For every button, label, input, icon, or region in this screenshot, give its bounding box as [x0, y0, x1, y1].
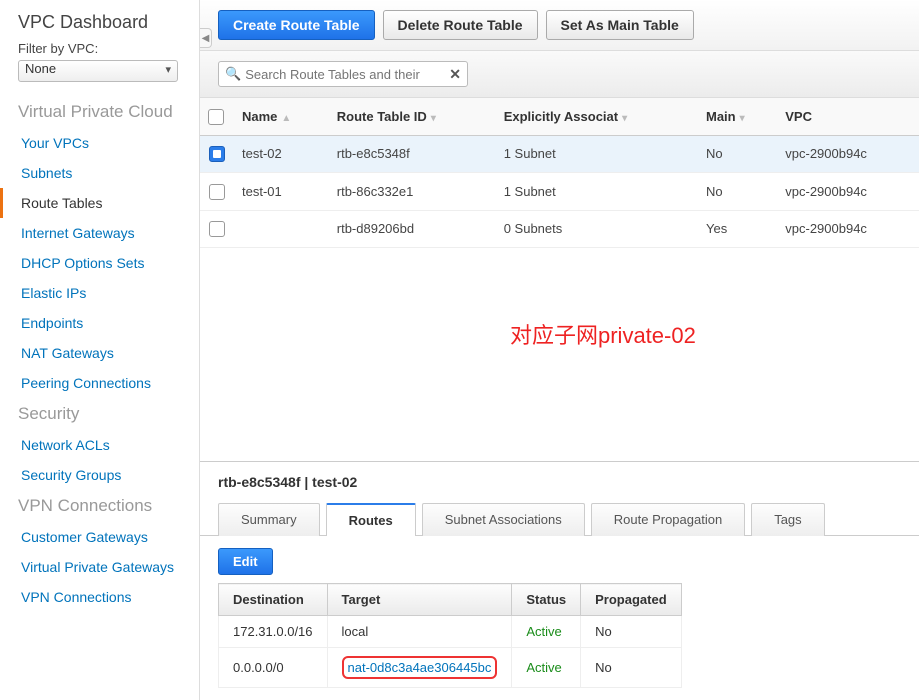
- row-checkbox[interactable]: [209, 184, 225, 200]
- tab-tags[interactable]: Tags: [751, 503, 824, 536]
- tab-route-propagation[interactable]: Route Propagation: [591, 503, 745, 536]
- cell-main: Yes: [698, 210, 777, 248]
- clear-search-icon[interactable]: ✕: [449, 66, 461, 83]
- routes-col-status: Status: [512, 584, 581, 616]
- sidebar-item-virtual-private-gateways[interactable]: Virtual Private Gateways: [0, 552, 199, 582]
- route-status: Active: [512, 616, 581, 648]
- detail-panel: rtb-e8c5348f | test-02 SummaryRoutesSubn…: [200, 461, 919, 700]
- cell-assoc: 1 Subnet: [496, 135, 698, 173]
- cell-assoc: 0 Subnets: [496, 210, 698, 248]
- detail-title: rtb-e8c5348f | test-02: [200, 462, 919, 502]
- sidebar-item-your-vpcs[interactable]: Your VPCs: [0, 128, 199, 158]
- routes-col-target: Target: [327, 584, 512, 616]
- route-row: 0.0.0.0/0nat-0d8c3a4ae306445bcActiveNo: [219, 648, 682, 688]
- sidebar-item-elastic-ips[interactable]: Elastic IPs: [0, 278, 199, 308]
- routes-col-dest: Destination: [219, 584, 328, 616]
- filter-by-vpc-label: Filter by VPC:: [0, 41, 199, 60]
- col-vpc[interactable]: VPC: [777, 98, 919, 135]
- filter-by-vpc-select[interactable]: None: [18, 60, 178, 82]
- table-row[interactable]: rtb-d89206bd0 SubnetsYesvpc-2900b94c: [200, 210, 919, 248]
- routes-col-prop: Propagated: [581, 584, 682, 616]
- select-all-checkbox[interactable]: [208, 109, 224, 125]
- cell-vpc: vpc-2900b94c: [777, 173, 919, 211]
- route-tables-grid: Name▲ Route Table ID▾ Explicitly Associa…: [200, 98, 919, 248]
- sidebar-section-header: Security: [0, 398, 199, 430]
- search-icon: 🔍: [225, 66, 241, 82]
- sidebar: VPC Dashboard Filter by VPC: None Virtua…: [0, 0, 200, 700]
- table-row[interactable]: test-02rtb-e8c5348f1 SubnetNovpc-2900b94…: [200, 135, 919, 173]
- delete-route-table-button[interactable]: Delete Route Table: [383, 10, 538, 40]
- edit-button[interactable]: Edit: [218, 548, 273, 575]
- sidebar-item-endpoints[interactable]: Endpoints: [0, 308, 199, 338]
- sidebar-section-header: VPN Connections: [0, 490, 199, 522]
- col-main[interactable]: Main▾: [698, 98, 777, 135]
- tab-summary[interactable]: Summary: [218, 503, 320, 536]
- sidebar-item-internet-gateways[interactable]: Internet Gateways: [0, 218, 199, 248]
- cell-assoc: 1 Subnet: [496, 173, 698, 211]
- main-panel: Create Route Table Delete Route Table Se…: [200, 0, 919, 700]
- sidebar-item-subnets[interactable]: Subnets: [0, 158, 199, 188]
- detail-tabs: SummaryRoutesSubnet AssociationsRoute Pr…: [200, 502, 919, 536]
- sidebar-item-route-tables[interactable]: Route Tables: [0, 188, 199, 218]
- set-as-main-table-button[interactable]: Set As Main Table: [546, 10, 694, 40]
- routes-table: Destination Target Status Propagated 172…: [218, 583, 682, 688]
- route-destination: 0.0.0.0/0: [219, 648, 328, 688]
- route-destination: 172.31.0.0/16: [219, 616, 328, 648]
- create-route-table-button[interactable]: Create Route Table: [218, 10, 375, 40]
- cell-rtid: rtb-e8c5348f: [329, 135, 496, 173]
- cell-main: No: [698, 135, 777, 173]
- sidebar-item-network-acls[interactable]: Network ACLs: [0, 430, 199, 460]
- search-input[interactable]: [245, 67, 461, 82]
- sidebar-item-peering-connections[interactable]: Peering Connections: [0, 368, 199, 398]
- annotation-area: 对应子网private-02: [200, 248, 919, 461]
- cell-name: [234, 210, 329, 248]
- toolbar: Create Route Table Delete Route Table Se…: [200, 0, 919, 51]
- route-target[interactable]: nat-0d8c3a4ae306445bc: [327, 648, 512, 688]
- annotation-text: 对应子网private-02: [510, 318, 696, 350]
- col-assoc[interactable]: Explicitly Associat▾: [496, 98, 698, 135]
- col-name[interactable]: Name▲: [234, 98, 329, 135]
- route-propagated: No: [581, 616, 682, 648]
- route-target: local: [327, 616, 512, 648]
- sidebar-item-customer-gateways[interactable]: Customer Gateways: [0, 522, 199, 552]
- sidebar-collapse-handle[interactable]: ◀: [200, 28, 212, 48]
- cell-rtid: rtb-86c332e1: [329, 173, 496, 211]
- sidebar-item-dhcp-options-sets[interactable]: DHCP Options Sets: [0, 248, 199, 278]
- sidebar-section-header: Virtual Private Cloud: [0, 96, 199, 128]
- search-bar: 🔍 ✕: [200, 51, 919, 98]
- col-rtid[interactable]: Route Table ID▾: [329, 98, 496, 135]
- search-input-wrap[interactable]: 🔍 ✕: [218, 61, 468, 87]
- cell-vpc: vpc-2900b94c: [777, 135, 919, 173]
- cell-vpc: vpc-2900b94c: [777, 210, 919, 248]
- row-checkbox[interactable]: [209, 146, 225, 162]
- tab-subnet-associations[interactable]: Subnet Associations: [422, 503, 585, 536]
- sidebar-item-vpn-connections[interactable]: VPN Connections: [0, 582, 199, 612]
- table-row[interactable]: test-01rtb-86c332e11 SubnetNovpc-2900b94…: [200, 173, 919, 211]
- tab-routes[interactable]: Routes: [326, 503, 416, 536]
- cell-name: test-02: [234, 135, 329, 173]
- route-row: 172.31.0.0/16localActiveNo: [219, 616, 682, 648]
- cell-name: test-01: [234, 173, 329, 211]
- cell-rtid: rtb-d89206bd: [329, 210, 496, 248]
- sidebar-item-security-groups[interactable]: Security Groups: [0, 460, 199, 490]
- sidebar-title: VPC Dashboard: [0, 12, 199, 41]
- cell-main: No: [698, 173, 777, 211]
- row-checkbox[interactable]: [209, 221, 225, 237]
- route-status: Active: [512, 648, 581, 688]
- sidebar-item-nat-gateways[interactable]: NAT Gateways: [0, 338, 199, 368]
- route-propagated: No: [581, 648, 682, 688]
